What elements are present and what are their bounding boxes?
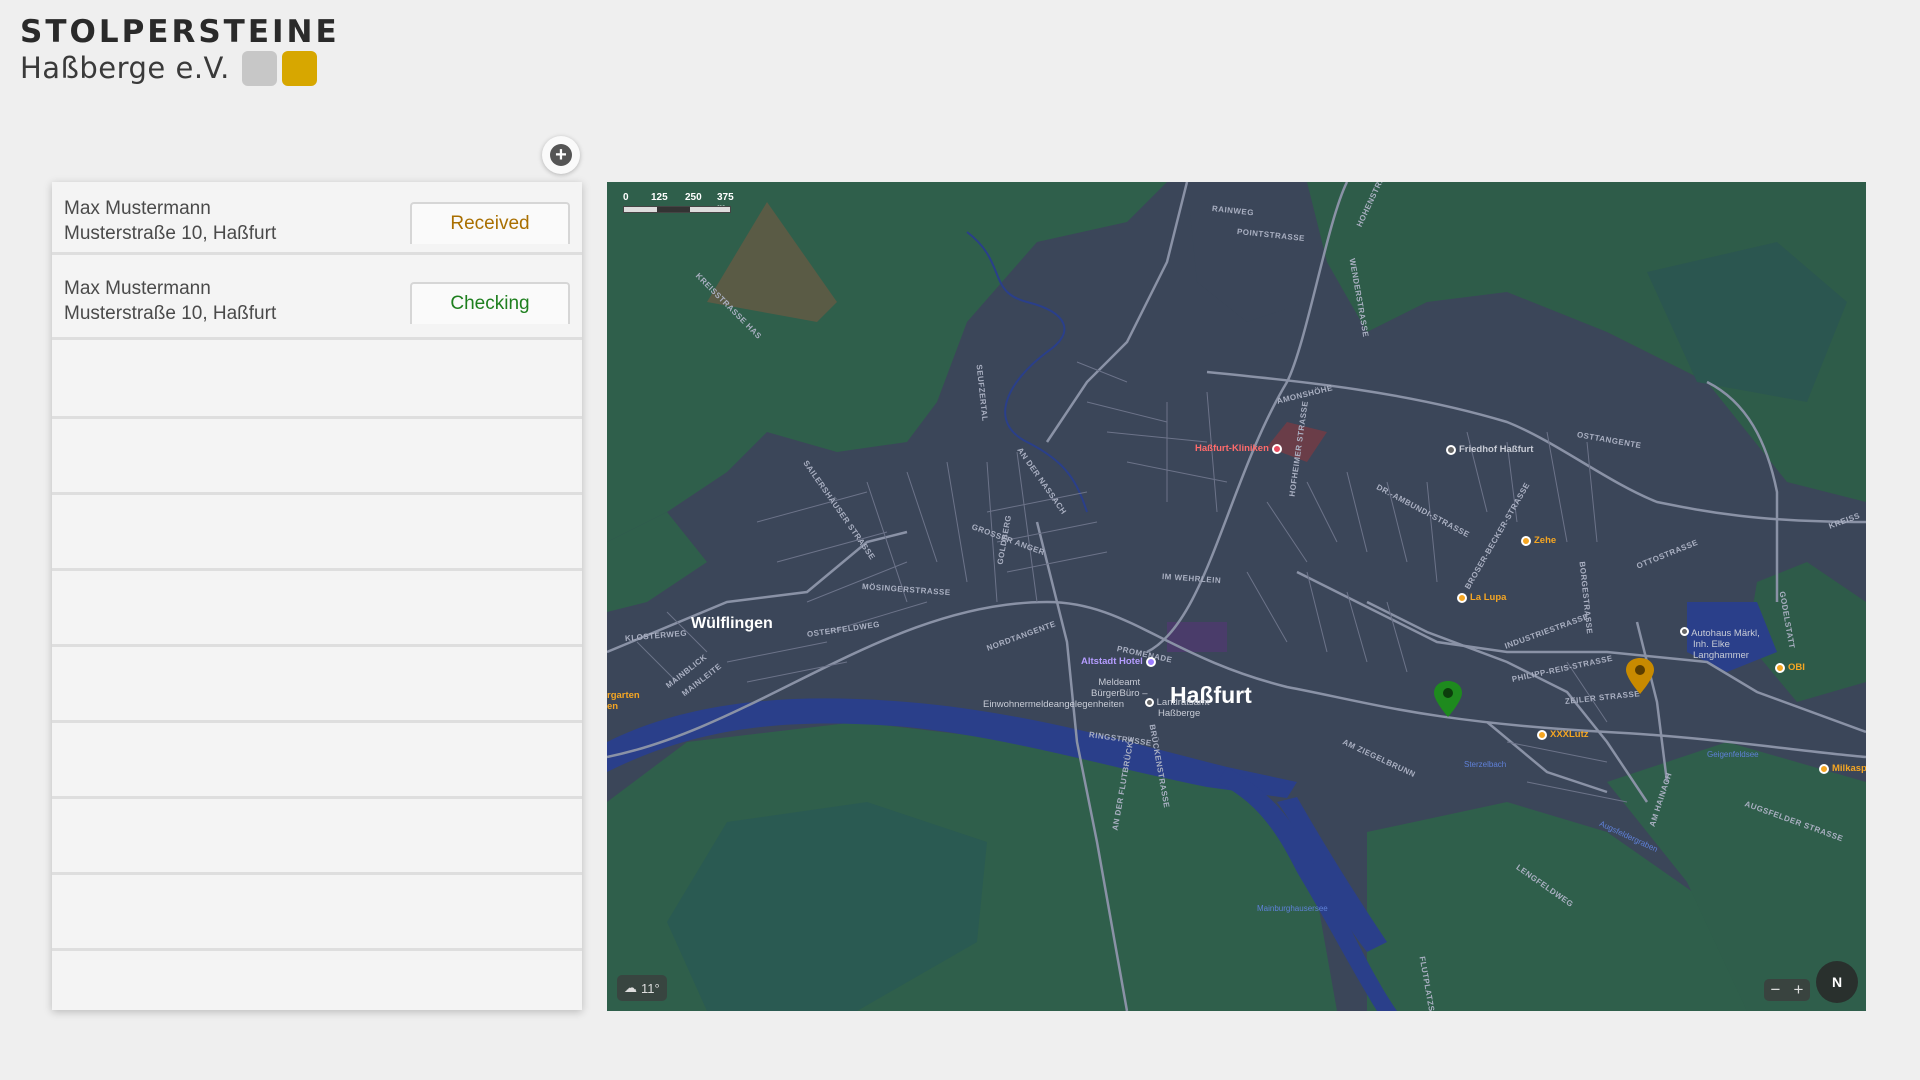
shop-icon <box>1819 763 1829 774</box>
restaurant-icon <box>1521 535 1531 546</box>
poi-garten[interactable]: rgarten en <box>607 690 640 712</box>
poi-la-lupa[interactable]: La Lupa <box>1457 592 1506 603</box>
shop-icon <box>1537 729 1547 740</box>
list-item[interactable]: Max Mustermann Musterstraße 10, Haßfurt … <box>52 262 582 340</box>
empty-list-row <box>52 495 582 571</box>
entry-address: Musterstraße 10, Haßfurt <box>64 223 277 244</box>
poi-milka[interactable]: Milkasp <box>1819 763 1866 774</box>
status-button-received[interactable]: Received <box>410 202 570 244</box>
water-label: Sterzelbach <box>1464 760 1507 769</box>
cemetery-icon <box>1446 444 1456 455</box>
car-icon <box>1680 627 1689 636</box>
empty-list-row <box>52 875 582 951</box>
empty-list-row <box>52 647 582 723</box>
plus-icon: + <box>550 144 572 166</box>
poi-cemetery[interactable]: Friedhof Haßfurt <box>1446 444 1533 455</box>
logo: STOLPERSTEINE Haßberge e.V. <box>20 14 340 86</box>
shop-icon <box>1775 662 1785 673</box>
compass-button[interactable]: N <box>1816 961 1858 1003</box>
list-item[interactable]: Max Mustermann Musterstraße 10, Haßfurt … <box>52 182 582 255</box>
logo-square-gold <box>281 50 317 86</box>
logo-subtitle: Haßberge e.V. <box>20 51 230 85</box>
logo-square-grey <box>241 50 277 86</box>
status-button-checking[interactable]: Checking <box>410 282 570 324</box>
scale-tick: 0 <box>623 192 629 203</box>
empty-list-row <box>52 799 582 875</box>
entry-name: Max Mustermann <box>64 278 211 299</box>
zoom-out-button[interactable]: − <box>1771 980 1781 1000</box>
poi-meldeamt-sub: Einwohnermeldeangelegenheiten <box>983 699 1125 710</box>
water-label: Geigenfeldsee <box>1707 750 1759 759</box>
poi-landratsamt[interactable]: Landratsamt Haßberge <box>1145 697 1209 719</box>
map-pin-checking[interactable] <box>1433 680 1463 718</box>
empty-list-row <box>52 343 582 419</box>
map-pin-received[interactable] <box>1625 657 1655 695</box>
weather-widget: ☁ 11° <box>617 975 667 1001</box>
poi-meldeamt[interactable]: Meldeamt BürgerBüro – <box>1091 677 1148 699</box>
zoom-control[interactable]: − + <box>1764 979 1810 1001</box>
town-label-wuelflingen: Wülflingen <box>691 615 773 632</box>
hospital-icon <box>1271 443 1282 454</box>
poi-xxxlutz[interactable]: XXXLutz <box>1537 729 1589 740</box>
poi-obi[interactable]: OBI <box>1775 662 1805 673</box>
entry-name: Max Mustermann <box>64 198 211 219</box>
scale-tick: 250 <box>685 192 702 203</box>
scale-tick: 125 <box>651 192 668 203</box>
weather-temp: 11° <box>641 980 660 996</box>
poi-hotel[interactable]: Altstadt Hotel <box>1081 656 1156 667</box>
poi-hospital[interactable]: Haßfurt-Kliniken <box>1195 443 1282 454</box>
zoom-in-button[interactable]: + <box>1794 980 1804 1000</box>
add-entry-button[interactable]: + <box>542 136 580 174</box>
logo-title: STOLPERSTEINE <box>20 14 340 50</box>
empty-list-row <box>52 571 582 647</box>
entry-list[interactable]: Max Mustermann Musterstraße 10, Haßfurt … <box>52 182 582 1010</box>
cloud-rain-icon: ☁ <box>624 980 637 995</box>
empty-list-row <box>52 723 582 799</box>
poi-zehe[interactable]: Zehe <box>1521 535 1556 546</box>
water-label: Mainburghausersee <box>1257 904 1328 913</box>
hotel-icon <box>1145 656 1156 667</box>
compass-icon: N <box>1831 974 1843 990</box>
restaurant-icon <box>1457 592 1467 603</box>
poi-autohaus[interactable]: Autohaus Märkl, Inh. Elke Langhammer <box>1680 627 1760 661</box>
entry-address: Musterstraße 10, Haßfurt <box>64 303 277 324</box>
government-icon <box>1145 697 1154 707</box>
map-view[interactable]: 0 125 250 375 m Wülflingen Haßfurt RAINW… <box>607 182 1866 1011</box>
map-base <box>607 182 1866 1011</box>
empty-list-row <box>52 419 582 495</box>
